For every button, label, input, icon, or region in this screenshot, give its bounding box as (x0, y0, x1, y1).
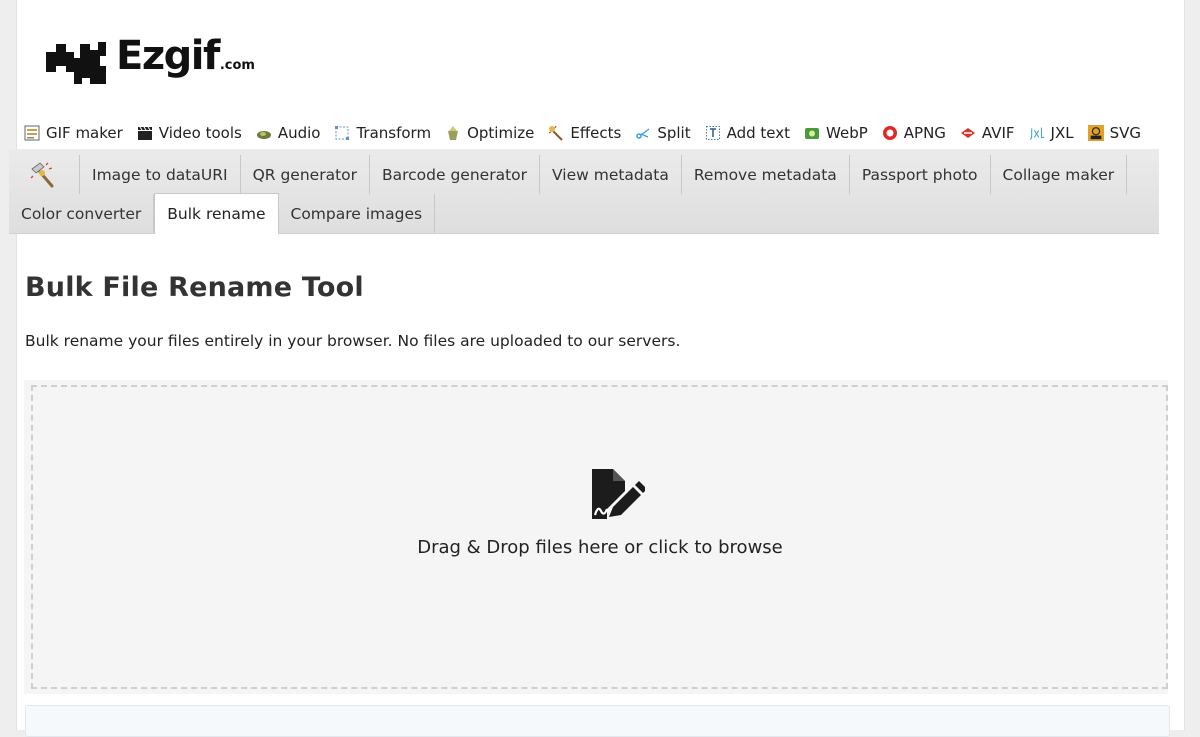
nav-apng[interactable]: APNG (882, 124, 946, 142)
sub-nav-row-2: Color converter Bulk rename Compare imag… (9, 193, 436, 234)
top-nav: GIF maker Video tools Audio Transform Op… (24, 121, 1155, 145)
text-icon (705, 125, 721, 141)
nav-jxl[interactable]: JXL (1029, 124, 1074, 142)
tab-barcode-generator[interactable]: Barcode generator (370, 155, 541, 194)
optimize-icon (445, 125, 461, 141)
nav-add-text[interactable]: Add text (705, 124, 790, 142)
tab-view-metadata[interactable]: View metadata (540, 155, 682, 194)
magic-wand-icon (548, 125, 564, 141)
transform-icon (334, 125, 350, 141)
webp-icon (804, 125, 820, 141)
file-signature-icon (592, 469, 645, 519)
nav-effects[interactable]: Effects (548, 124, 621, 142)
clapperboard-icon (137, 125, 153, 141)
tab-collage-maker[interactable]: Collage maker (991, 155, 1128, 194)
nav-optimize[interactable]: Optimize (445, 124, 534, 142)
logo-text: Ezgif.com (116, 33, 255, 79)
apng-icon (882, 125, 898, 141)
tab-image-to-datauri[interactable]: Image to dataURI (80, 155, 241, 194)
avif-icon (960, 125, 976, 141)
site-logo[interactable]: Ezgif.com (46, 30, 255, 84)
sub-nav-row-1: Image to dataURI QR generator Barcode ge… (9, 155, 1128, 194)
nav-video-tools[interactable]: Video tools (137, 124, 242, 142)
scissors-icon (635, 125, 651, 141)
speaker-icon (256, 125, 272, 141)
options-panel (25, 705, 1170, 737)
page-title: Bulk File Rename Tool (25, 272, 364, 303)
tab-passport-photo[interactable]: Passport photo (850, 155, 991, 194)
sub-nav: Image to dataURI QR generator Barcode ge… (9, 149, 1159, 234)
puzzle-logo-icon (46, 42, 106, 84)
nav-svg[interactable]: SVG (1087, 124, 1141, 142)
tab-qr-generator[interactable]: QR generator (241, 155, 370, 194)
jxl-icon (1029, 125, 1045, 141)
nav-transform[interactable]: Transform (334, 124, 431, 142)
svg-icon (1087, 125, 1104, 141)
dropzone-text: Drag & Drop files here or click to brows… (417, 537, 783, 558)
tab-color-converter[interactable]: Color converter (9, 194, 155, 233)
tab-compare-images[interactable]: Compare images (279, 194, 436, 233)
nav-gif-maker[interactable]: GIF maker (24, 124, 123, 142)
page-description: Bulk rename your files entirely in your … (25, 332, 681, 350)
tab-bulk-rename[interactable]: Bulk rename (154, 193, 279, 234)
magic-wand-icon (30, 161, 54, 187)
nav-split[interactable]: Split (635, 124, 691, 142)
tab-tools-home[interactable] (9, 155, 80, 194)
tab-remove-metadata[interactable]: Remove metadata (682, 155, 850, 194)
nav-avif[interactable]: AVIF (960, 124, 1015, 142)
nav-webp[interactable]: WebP (804, 124, 868, 142)
gif-maker-icon (24, 125, 40, 141)
nav-audio[interactable]: Audio (256, 124, 320, 142)
